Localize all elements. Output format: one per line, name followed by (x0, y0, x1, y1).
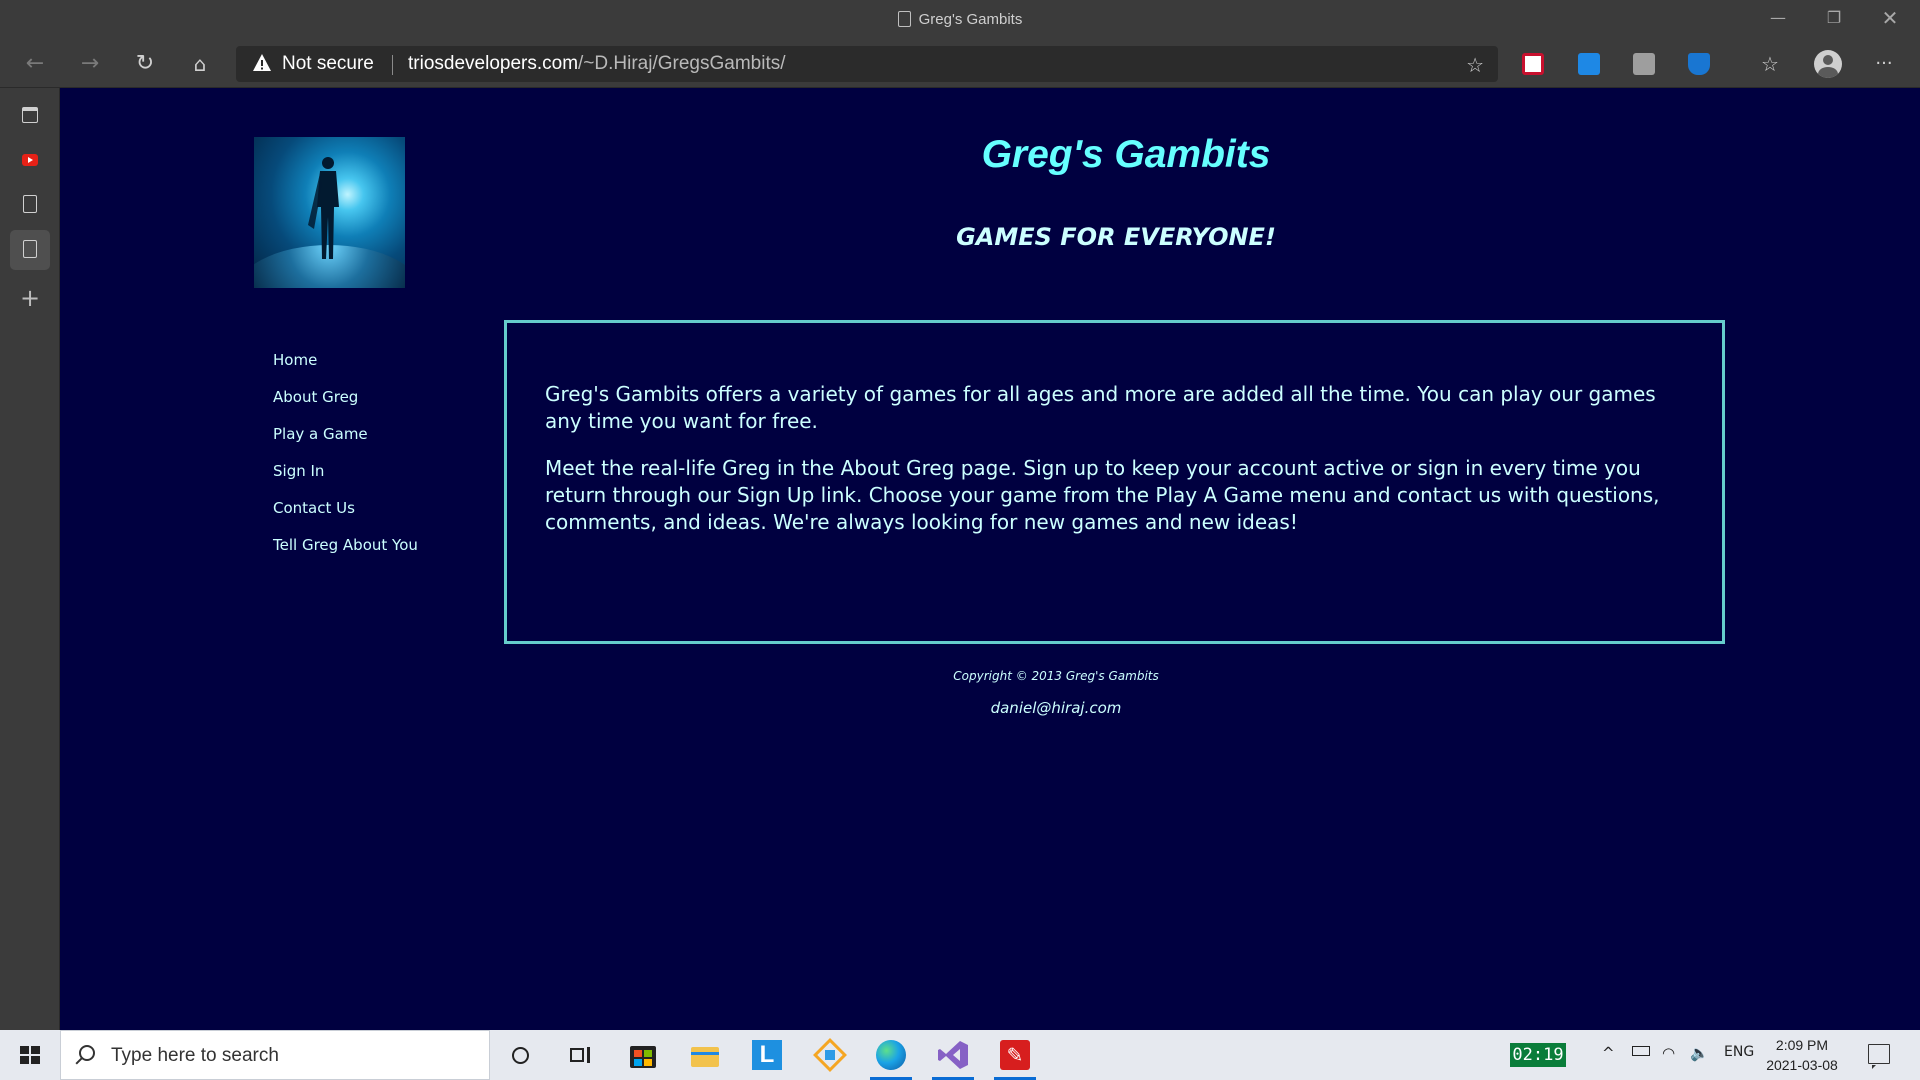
back-icon[interactable]: ← (20, 49, 50, 79)
wifi-icon[interactable]: ◠ (1662, 1044, 1675, 1062)
show-hidden-icons-icon[interactable]: ^ (1602, 1044, 1615, 1062)
extension-blue-icon[interactable] (1688, 53, 1710, 75)
favorites-icon[interactable]: ☆ (1756, 50, 1784, 78)
site-logo (254, 137, 405, 288)
nav-contact-us[interactable]: Contact Us (273, 497, 493, 534)
home-icon[interactable]: ⌂ (185, 49, 215, 79)
profile-avatar[interactable] (1814, 50, 1842, 78)
security-label[interactable]: Not secure (282, 53, 374, 75)
page-icon (897, 11, 911, 27)
superhero-silhouette (308, 157, 339, 259)
clock-time: 2:09 PM (1775, 1037, 1829, 1053)
url-domain: triosdevelopers.com (408, 53, 579, 74)
intro-paragraph: Greg's Gambits offers a variety of games… (545, 382, 1656, 433)
warning-icon (253, 54, 271, 71)
extension-grey-icon[interactable] (1633, 53, 1655, 75)
file-explorer-icon[interactable] (688, 1038, 722, 1072)
window-titlebar: Greg's Gambits — ❐ ✕ (0, 0, 1920, 40)
tab-document[interactable] (10, 185, 50, 225)
document-icon (23, 240, 37, 258)
document-icon (23, 195, 37, 213)
tab-gregs-gambits[interactable] (10, 230, 50, 270)
calendar-icon (22, 107, 38, 123)
forward-icon[interactable]: → (75, 49, 105, 79)
vertical-tab-strip: + (0, 88, 60, 1030)
extension-snowflake-icon[interactable] (1578, 53, 1600, 75)
main-content-box: Greg's Gambits offers a variety of games… (504, 320, 1725, 644)
new-tab-button[interactable]: + (10, 280, 50, 320)
tab-youtube[interactable] (10, 140, 50, 180)
l-app-icon[interactable]: L (750, 1038, 784, 1072)
windows-start-icon[interactable] (0, 1030, 60, 1080)
url-path: /~D.Hiraj/GregsGambits/ (578, 53, 786, 74)
copyright-text: Copyright © 2013 Greg's Gambits (953, 669, 1159, 683)
address-bar[interactable]: Not secure triosdevelopers.com/~D.Hiraj/… (236, 46, 1498, 82)
cortana-icon[interactable] (503, 1038, 537, 1072)
site-tagline: GAMES FOR EVERYONE! (956, 223, 1276, 251)
clock-date: 2021-03-08 (1766, 1057, 1838, 1073)
web-page: Greg's Gambits GAMES FOR EVERYONE! Home … (61, 89, 1920, 1030)
close-icon[interactable]: ✕ (1878, 6, 1902, 30)
refresh-icon[interactable]: ↻ (130, 49, 160, 79)
windows-taskbar: Type here to search L ✎ 02:19 ^ ◠ 🔈 ENG … (0, 1030, 1920, 1080)
extension-shield-icon[interactable] (1522, 53, 1544, 75)
teamviewer-like-icon[interactable] (813, 1038, 847, 1072)
nav-tell-greg-about-you[interactable]: Tell Greg About You (273, 534, 493, 571)
store-icon[interactable] (626, 1038, 660, 1072)
timer-widget[interactable]: 02:19 (1510, 1043, 1566, 1067)
site-nav: Home About Greg Play a Game Sign In Cont… (273, 349, 493, 571)
details-paragraph: Meet the real-life Greg in the About Gre… (545, 456, 1660, 534)
plus-icon: + (19, 284, 41, 312)
footer-email[interactable]: daniel@hiraj.com (491, 699, 1621, 717)
browser-toolbar: ← → ↻ ⌂ Not secure triosdevelopers.com/~… (0, 40, 1920, 88)
task-view-icon[interactable] (563, 1038, 597, 1072)
window-title: Greg's Gambits (918, 11, 1023, 28)
youtube-icon (22, 154, 38, 166)
nav-play-a-game[interactable]: Play a Game (273, 423, 493, 460)
address-separator (392, 55, 393, 75)
clock[interactable]: 2:09 PM 2021-03-08 (1762, 1035, 1842, 1075)
nav-about-greg[interactable]: About Greg (273, 386, 493, 423)
restore-icon[interactable]: ❐ (1822, 8, 1846, 28)
more-icon[interactable]: ··· (1870, 50, 1898, 78)
edge-icon[interactable] (870, 1038, 912, 1080)
add-favorite-icon[interactable]: ☆ (1466, 53, 1484, 77)
url-text[interactable]: triosdevelopers.com/~D.Hiraj/GregsGambit… (408, 53, 786, 75)
visual-studio-icon[interactable] (932, 1038, 974, 1080)
language-indicator[interactable]: ENG (1724, 1044, 1754, 1060)
nav-home[interactable]: Home (273, 349, 493, 386)
site-footer: Copyright © 2013 Greg's Gambits daniel@h… (491, 669, 1621, 717)
notification-icon[interactable] (1868, 1044, 1890, 1069)
battery-icon[interactable] (1632, 1046, 1650, 1056)
search-placeholder: Type here to search (111, 1045, 279, 1066)
site-title: Greg's Gambits (981, 133, 1271, 176)
search-icon (79, 1045, 95, 1061)
volume-icon[interactable]: 🔈 (1690, 1044, 1709, 1062)
taskbar-search[interactable]: Type here to search (60, 1030, 490, 1080)
nav-sign-in[interactable]: Sign In (273, 460, 493, 497)
tab-calendar[interactable] (10, 96, 50, 136)
acrobat-icon[interactable]: ✎ (994, 1038, 1036, 1080)
minimize-icon[interactable]: — (1766, 8, 1790, 28)
